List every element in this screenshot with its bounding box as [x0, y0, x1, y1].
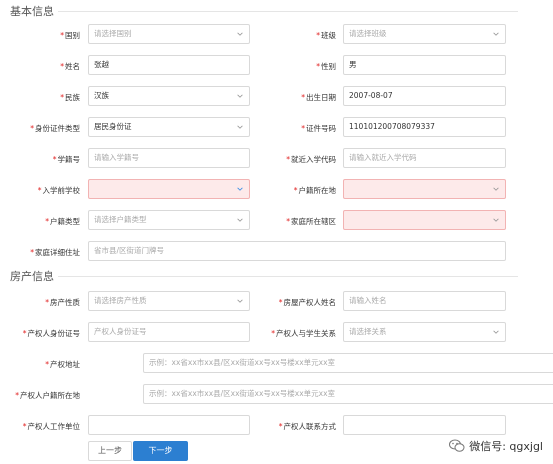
chevron-down-icon: [237, 32, 243, 36]
section-title-basic: 基本信息: [10, 5, 54, 18]
class-select[interactable]: 请选择班级: [343, 24, 506, 44]
owner-name-input[interactable]: 请输入姓名: [343, 291, 506, 311]
home-district-select[interactable]: [343, 210, 506, 230]
birthdate-input[interactable]: 2007-08-07: [343, 86, 506, 106]
property-nature-select[interactable]: 请选择房产性质: [88, 291, 250, 311]
idtype-label: *身份证件类型: [30, 124, 80, 133]
property-nature-label: *房产性质: [45, 298, 80, 307]
idnum-label: *证件号码: [301, 124, 336, 133]
chevron-down-icon: [493, 330, 499, 334]
birthdate-label: *出生日期: [301, 93, 336, 102]
owner-hukou-input[interactable]: 示例：xx省xx市xx县/区xx街道xx号xx号楼xx单元xx室: [143, 384, 553, 404]
owner-id-label: *产权人身份证号: [22, 329, 80, 338]
prev-step-button[interactable]: 上一步: [88, 441, 132, 461]
name-label: *姓名: [60, 62, 80, 71]
studentno-input[interactable]: 请输入学籍号: [88, 148, 250, 168]
property-address-label: *产权地址: [45, 360, 80, 369]
section-divider: [58, 276, 518, 277]
chevron-down-icon: [237, 218, 243, 222]
next-step-button[interactable]: 下一步: [133, 441, 188, 461]
owner-work-label: *产权人工作单位: [22, 422, 80, 431]
preschool-label: *入学前学校: [37, 186, 80, 195]
owner-name-label: *房屋产权人姓名: [278, 298, 336, 307]
preschool-select[interactable]: [88, 179, 250, 199]
property-address-input[interactable]: 示例：xx省xx市xx县/区xx街道xx号xx号楼xx单元xx室: [143, 353, 553, 373]
wechat-icon: [449, 439, 465, 452]
owner-relation-label: *产权人与学生关系: [271, 329, 336, 338]
ethnicity-select[interactable]: 汉族: [88, 86, 250, 106]
section-title-property: 房产信息: [10, 270, 54, 283]
hukou-location-select[interactable]: [343, 179, 506, 199]
owner-contact-label: *产权人联系方式: [278, 422, 336, 431]
home-district-label: *家庭所在辖区: [286, 217, 336, 226]
owner-work-input[interactable]: [88, 415, 250, 435]
owner-id-input[interactable]: 产权人身份证号: [88, 322, 250, 342]
hukou-type-label: *户籍类型: [45, 217, 80, 226]
chevron-down-icon: [493, 218, 499, 222]
admission-code-label: *就近入学代码: [286, 155, 336, 164]
chevron-down-icon: [237, 94, 243, 98]
gender-select[interactable]: 男: [343, 55, 506, 75]
home-address-label: *家庭详细住址: [30, 248, 80, 257]
ethnicity-label: *民族: [60, 93, 80, 102]
idnum-input[interactable]: 110101200708079337: [343, 117, 506, 137]
admission-code-input[interactable]: 请输入就近入学代码: [343, 148, 506, 168]
owner-contact-input[interactable]: [343, 415, 506, 435]
chevron-down-icon: [237, 125, 243, 129]
chevron-down-icon: [493, 187, 499, 191]
home-address-input[interactable]: 省市县/区街道门牌号: [88, 241, 506, 261]
idtype-select[interactable]: 居民身份证: [88, 117, 250, 137]
watermark-text: 微信号: qgxjgl: [469, 440, 543, 453]
section-divider: [58, 11, 518, 12]
chevron-down-icon: [493, 32, 499, 36]
studentno-label: *学籍号: [52, 155, 80, 164]
owner-hukou-label: *产权人户籍所在地: [15, 391, 80, 400]
hukou-location-label: *户籍所在地: [293, 186, 336, 195]
wechat-watermark: 微信号: qgxjgl: [449, 438, 543, 454]
gender-label: *性别: [316, 62, 336, 71]
hukou-type-select[interactable]: 请选择户籍类型: [88, 210, 250, 230]
class-label: *班级: [316, 31, 336, 40]
chevron-down-icon: [237, 299, 243, 303]
country-select[interactable]: 请选择国别: [88, 24, 250, 44]
country-label: *国别: [60, 31, 80, 40]
name-input[interactable]: 张越: [88, 55, 250, 75]
chevron-down-icon: [237, 187, 243, 191]
owner-relation-select[interactable]: 请选择关系: [343, 322, 506, 342]
